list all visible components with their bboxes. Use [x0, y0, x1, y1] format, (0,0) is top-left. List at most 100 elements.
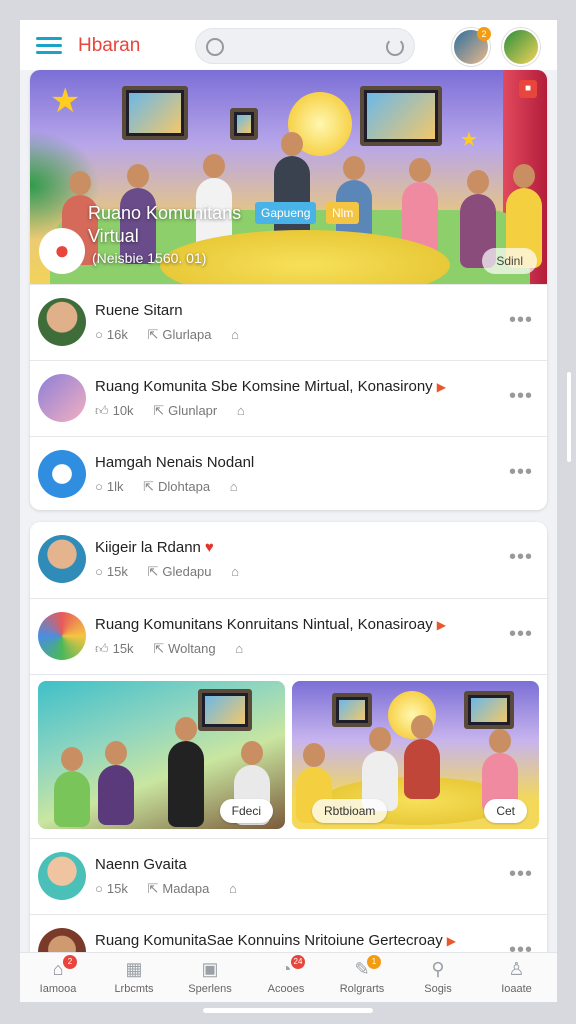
tab-posts[interactable]: ✎ 1 Rolgrarts [324, 953, 400, 1002]
person-figure [404, 715, 440, 799]
item-stats: ○ 15k ⇱ Gledapu ⌂ [95, 564, 259, 580]
comment-icon[interactable]: ○ [95, 564, 103, 579]
more-options-icon[interactable]: ••• [509, 309, 533, 332]
tv-screen-image [464, 691, 514, 729]
tab-events[interactable]: ▦ Lrbcmts [96, 953, 172, 1002]
list-item[interactable]: Ruang Komunita Sbe Komsine Mirtual, Kona… [30, 360, 547, 436]
tab-label: Lrbcmts [114, 983, 154, 995]
more-options-icon[interactable]: ••• [509, 546, 533, 569]
item-title: Ruang Komunitans Konruitans Nintual, Kon… [95, 616, 446, 633]
comment-icon[interactable]: ○ [95, 881, 103, 896]
media-tile[interactable]: Rbtbioam Cet [292, 681, 539, 829]
home-icon[interactable]: ⌂ [230, 479, 238, 494]
hero-tag[interactable]: Nlm [326, 202, 360, 224]
share-label: Glunlapr [168, 403, 218, 418]
avatar [38, 374, 86, 422]
comment-icon[interactable]: ○ [95, 479, 103, 494]
tile-button[interactable]: Fdeci [219, 799, 273, 823]
person-figure [98, 741, 134, 825]
profile-avatar[interactable] [502, 28, 540, 66]
comment-icon[interactable]: ○ [95, 327, 103, 342]
more-options-icon[interactable]: ••• [509, 863, 533, 886]
tab-badge: 1 [367, 955, 381, 969]
home-icon[interactable]: ⌂ [237, 403, 245, 418]
tv-screen-image [122, 86, 188, 140]
home-icon[interactable]: ⌂ [235, 641, 243, 656]
item-title: Ruang KomunitaSae Konnuins Nritoiune Ger… [95, 932, 456, 949]
like-icon[interactable]: 👍︎ [95, 403, 109, 418]
hero-action-button[interactable]: Sdinl [482, 248, 537, 274]
like-count: 15k [112, 641, 134, 656]
tab-label: Rolgrarts [339, 983, 385, 995]
list-item[interactable]: Ruang Komunitans Konruitans Nintual, Kon… [30, 598, 547, 674]
share-icon[interactable]: ⇱ [153, 641, 164, 656]
comment-count: 15k [106, 564, 128, 579]
notifications-avatar[interactable]: 2 [452, 27, 491, 66]
search-bar[interactable] [195, 28, 415, 64]
star-icon: ★ [50, 82, 81, 120]
tab-media[interactable]: ▣ Sperlens [172, 953, 248, 1002]
tile-button[interactable]: Cet [484, 799, 527, 823]
more-options-icon[interactable]: ••• [509, 461, 533, 484]
home-icon[interactable]: ⌂ [231, 564, 239, 579]
share-icon[interactable]: ⇱ [153, 403, 164, 418]
avatar [38, 298, 86, 346]
tab-messages[interactable]: ◔ 24 Acooes [248, 953, 324, 1002]
item-title: Naenn Gvaita [95, 856, 187, 873]
hero-banner[interactable]: ★ ★ ■ ● Ruano Komunitans Virtual Gapueng… [30, 70, 547, 284]
media-tiles: Fdeci Rbtbioam Cet [30, 674, 547, 838]
list-item[interactable]: Naenn Gvaita ○ 15k ⇱ Madapa ⌂ ••• [30, 838, 547, 914]
tv-screen-image [332, 693, 372, 727]
item-stats: 👍︎ 10k ⇱ Glunlapr ⌂ [95, 403, 265, 419]
hero-tag[interactable]: Gapueng [255, 202, 317, 224]
list-item[interactable]: Ruene Sitarn ○ 16k ⇱ Glurlapa ⌂ ••• [30, 284, 547, 360]
chat-icon: ◔ 24 [275, 955, 305, 979]
heart-icon: ♥ [204, 539, 214, 556]
more-options-icon[interactable]: ••• [509, 623, 533, 646]
share-label: Glurlapa [162, 327, 212, 342]
search-icon: ⚲ [431, 959, 445, 979]
refresh-icon[interactable] [386, 38, 404, 56]
like-count: 10k [112, 403, 134, 418]
star-icon: ★ [460, 129, 478, 151]
home-indicator[interactable] [203, 1008, 373, 1013]
tab-profile[interactable]: ♙ Ioaate [476, 953, 557, 1002]
list-item[interactable]: Hamgah Nenais Nodanl ○ 1lk ⇱ Dlohtapa ⌂ ••… [30, 436, 547, 510]
tab-search[interactable]: ⚲ Sogis [400, 953, 476, 1002]
apple-icon: ● [39, 228, 85, 274]
person-figure [54, 747, 90, 827]
media-tile[interactable]: Fdeci [38, 681, 285, 829]
share-icon[interactable]: ⇱ [143, 479, 154, 494]
avatar [38, 612, 86, 660]
calendar-icon: ▦ [125, 959, 143, 979]
app-screen: Hbaran 2 ★ ★ ■ ● Ruano Komunitans Virtua… [20, 20, 557, 1002]
more-options-icon[interactable]: ••• [509, 385, 533, 408]
list-item[interactable]: Kiigeir la Rdann ♥ ○ 15k ⇱ Gledapu ⌂ ••• [30, 522, 547, 598]
item-title: Ruene Sitarn [95, 302, 183, 319]
hero-subtitle: (Neisbie 1560. 01) [92, 250, 207, 266]
item-stats: ○ 16k ⇱ Glurlapa ⌂ [95, 327, 259, 343]
profile-icon: ♙ [508, 959, 525, 979]
tv-screen-image [360, 86, 442, 146]
item-stats: ○ 15k ⇱ Madapa ⌂ [95, 881, 257, 897]
scrollbar[interactable] [567, 372, 571, 462]
app-title: Hbaran [78, 35, 141, 56]
community-card: ★ ★ ■ ● Ruano Komunitans Virtual Gapueng… [30, 70, 547, 510]
tab-home[interactable]: ⌂ 2 Iamooa [20, 953, 96, 1002]
tv-screen-image [198, 689, 252, 731]
home-icon: ⌂ 2 [47, 955, 77, 979]
menu-icon[interactable] [36, 37, 62, 55]
hero-title: Ruano Komunitans Virtual [88, 203, 242, 246]
tile-button[interactable]: Rbtbioam [312, 799, 388, 823]
close-icon[interactable]: ■ [519, 80, 537, 98]
search-icon [206, 38, 224, 56]
share-icon[interactable]: ⇱ [147, 327, 158, 342]
home-icon[interactable]: ⌂ [229, 881, 237, 896]
share-label: Dlohtapa [158, 479, 211, 494]
person-figure [168, 717, 204, 827]
home-icon[interactable]: ⌂ [231, 327, 239, 342]
like-icon[interactable]: 👍︎ [95, 641, 109, 656]
tab-label: Sperlens [188, 983, 232, 995]
share-icon[interactable]: ⇱ [147, 564, 158, 579]
share-icon[interactable]: ⇱ [147, 881, 158, 896]
